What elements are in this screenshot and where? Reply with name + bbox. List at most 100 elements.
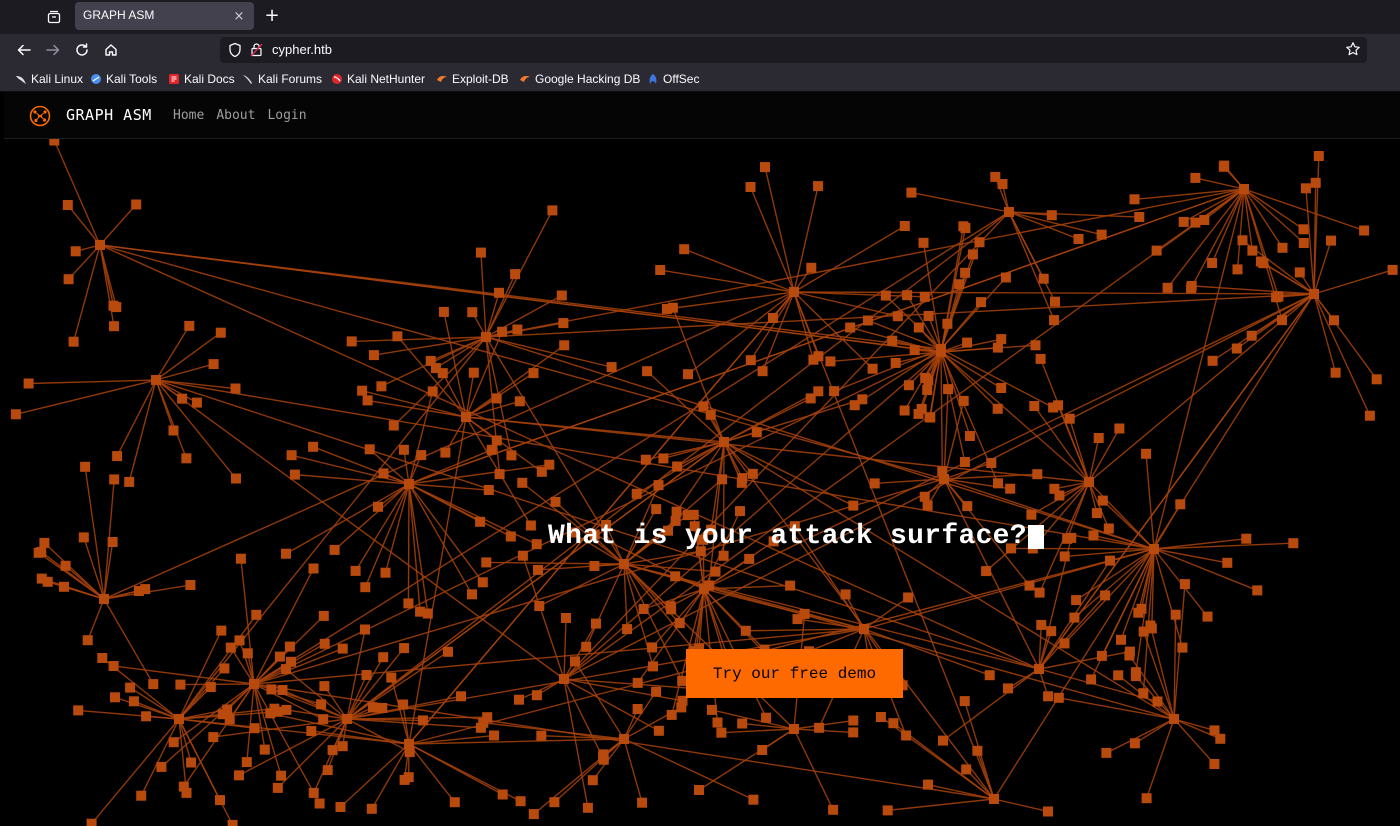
- graph-node: [744, 553, 755, 564]
- graph-node: [923, 375, 934, 386]
- graph-node: [1190, 172, 1201, 183]
- bookmark-star-icon[interactable]: [1345, 41, 1361, 61]
- bookmark-kali-tools[interactable]: Kali Tools: [90, 71, 157, 87]
- graph-node: [1005, 483, 1016, 494]
- nav-link-home[interactable]: Home: [173, 108, 204, 123]
- graph-edge: [99, 244, 1040, 670]
- graph-edge: [721, 728, 795, 734]
- graph-node: [1096, 650, 1107, 661]
- graph-node: [631, 488, 642, 499]
- graph-node: [882, 805, 893, 816]
- shield-icon[interactable]: [228, 42, 242, 62]
- graph-node: [1046, 210, 1057, 221]
- graph-edge: [1128, 655, 1175, 720]
- graph-node: [174, 714, 184, 724]
- graph-logo-icon[interactable]: [28, 104, 52, 128]
- forward-arrow-icon[interactable]: [42, 39, 64, 61]
- graph-node: [653, 480, 664, 491]
- graph-node: [1300, 183, 1311, 194]
- graph-node: [1084, 477, 1094, 487]
- graph-node: [587, 775, 598, 786]
- graph-node: [216, 625, 227, 636]
- graph-node: [992, 403, 1003, 414]
- graph-node: [1097, 495, 1108, 506]
- nav-link-login[interactable]: Login: [267, 108, 306, 123]
- bookmark-kali-nethunter[interactable]: Kali NetHunter: [331, 71, 425, 87]
- graph-node: [109, 474, 120, 485]
- graph-edge: [1173, 718, 1215, 732]
- graph-edge: [764, 166, 795, 293]
- graph-edge: [1313, 269, 1393, 295]
- url-bar[interactable]: cypher.htb: [220, 37, 1367, 63]
- graph-node: [1000, 272, 1011, 283]
- brand-name[interactable]: GRAPH ASM: [66, 106, 152, 124]
- graph-node: [95, 240, 105, 250]
- nethunter-icon: [332, 74, 342, 84]
- graph-node: [231, 473, 241, 484]
- graph-node: [688, 509, 699, 520]
- url-text[interactable]: cypher.htb: [272, 42, 332, 57]
- graph-node: [849, 400, 860, 411]
- nav-link-about[interactable]: About: [216, 108, 255, 123]
- graph-node: [531, 690, 542, 701]
- graph-edge: [993, 798, 1049, 813]
- tab-list-icon[interactable]: [44, 7, 64, 27]
- graph-node: [461, 412, 471, 422]
- new-tab-icon[interactable]: +: [262, 6, 282, 26]
- browser-tab-active[interactable]: GRAPH ASM ×: [75, 2, 254, 30]
- bookmark-kali-linux[interactable]: Kali Linux: [15, 71, 83, 87]
- bookmark-kali-forums[interactable]: Kali Forums: [242, 71, 322, 87]
- site-header: GRAPH ASM Home About Login: [4, 92, 1400, 139]
- graph-node: [582, 802, 593, 813]
- graph-node: [1151, 245, 1162, 256]
- graph-edge: [533, 738, 625, 815]
- graph-node: [335, 802, 346, 812]
- graph-node: [984, 670, 995, 681]
- ghdb-icon: [520, 76, 530, 82]
- graph-node: [706, 704, 717, 715]
- graph-edge: [698, 728, 795, 791]
- graph-node: [276, 770, 287, 781]
- graph-edge: [128, 379, 157, 483]
- kali-docs-icon: [169, 74, 179, 84]
- graph-node: [825, 356, 836, 367]
- graph-node: [467, 589, 477, 600]
- graph-edge: [676, 441, 725, 468]
- try-demo-button[interactable]: Try our free demo: [686, 649, 903, 698]
- reload-icon[interactable]: [71, 39, 93, 61]
- graph-node: [559, 674, 569, 684]
- graph-node: [398, 699, 409, 710]
- graph-node: [404, 479, 414, 489]
- lock-insecure-icon[interactable]: [250, 42, 263, 61]
- graph-node: [531, 539, 542, 550]
- graph-node: [489, 730, 499, 741]
- graph-node: [318, 714, 329, 725]
- graph-node: [939, 474, 949, 484]
- graph-edge: [563, 678, 683, 702]
- graph-node: [716, 727, 727, 738]
- bookmark-offsec[interactable]: OffSec: [647, 71, 699, 87]
- graph-node: [86, 818, 97, 826]
- graph-node: [1064, 413, 1075, 424]
- graph-edge: [623, 691, 657, 740]
- graph-node: [990, 171, 1001, 182]
- graph-node: [274, 651, 285, 662]
- bookmark-exploit-db[interactable]: Exploit-DB: [436, 71, 509, 87]
- graph-node: [368, 702, 378, 713]
- graph-node: [757, 366, 768, 377]
- graph-node: [272, 782, 283, 793]
- graph-node: [829, 386, 840, 397]
- close-icon[interactable]: ×: [230, 7, 248, 25]
- graph-node: [62, 200, 73, 210]
- graph-node: [1219, 160, 1230, 171]
- graph-edge: [1068, 418, 1090, 483]
- graph-node: [1330, 367, 1341, 378]
- home-icon[interactable]: [100, 39, 122, 61]
- bookmark-kali-docs[interactable]: Kali Docs: [168, 71, 235, 87]
- back-arrow-icon[interactable]: [13, 39, 35, 61]
- graph-node: [219, 663, 230, 674]
- graph-node: [1073, 234, 1084, 244]
- graph-node: [748, 794, 759, 805]
- bookmark-google-hacking-db[interactable]: Google Hacking DB: [519, 71, 640, 87]
- graph-node: [558, 318, 569, 329]
